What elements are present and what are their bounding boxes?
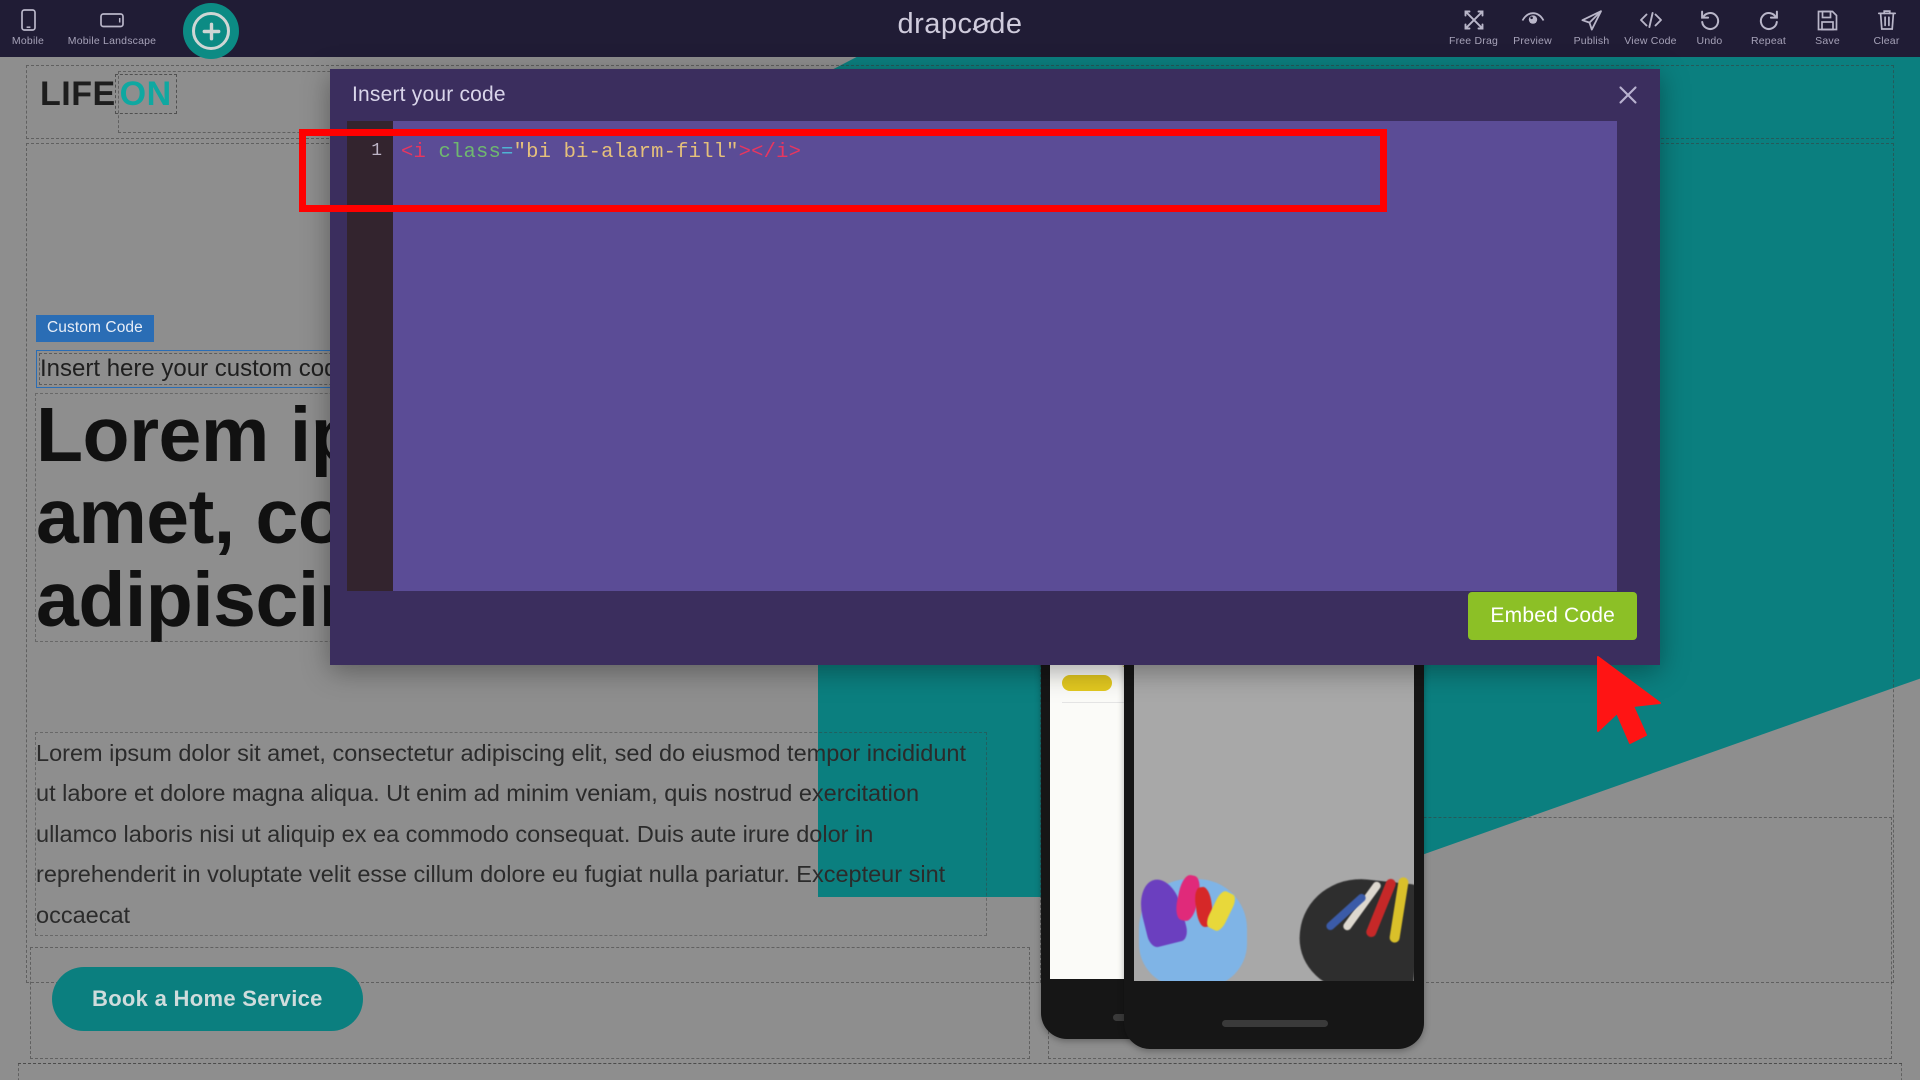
- phone-right-home-indicator: [1222, 1020, 1328, 1027]
- preview-label: Preview: [1513, 35, 1552, 47]
- app-toolbar: Mobile Mobile Landscape drapcode Free Dr…: [0, 0, 1920, 59]
- site-logo[interactable]: LIFE ON: [38, 73, 178, 116]
- view-code-button[interactable]: View Code: [1621, 0, 1680, 57]
- clear-button[interactable]: Clear: [1857, 0, 1916, 57]
- custom-code-badge: Custom Code: [36, 315, 154, 342]
- device-mobile-landscape-button[interactable]: Mobile Landscape: [56, 0, 168, 57]
- screen: Mobile Mobile Landscape drapcode Free Dr…: [0, 0, 1920, 1080]
- redo-arrow-icon: [1758, 7, 1780, 33]
- preview-button[interactable]: Preview: [1503, 0, 1562, 57]
- trash-icon: [1877, 7, 1897, 33]
- code-editor-container[interactable]: 1 <i class="bi bi-alarm-fill"></i>: [347, 121, 1617, 591]
- site-logo-text-primary: LIFE: [40, 75, 116, 113]
- insert-code-modal: Insert your code 1 <i class="bi bi-alarm…: [330, 69, 1660, 665]
- free-drag-label: Free Drag: [1448, 35, 1499, 47]
- free-drag-icon: [1463, 7, 1485, 33]
- guide-footer-row: [18, 1063, 1902, 1080]
- publish-button[interactable]: Publish: [1562, 0, 1621, 57]
- code-line-number: 1: [371, 141, 382, 161]
- code-token-tag-open: <i: [401, 141, 427, 164]
- book-home-service-button[interactable]: Book a Home Service: [52, 967, 363, 1031]
- device-mobile-landscape-label: Mobile Landscape: [67, 35, 157, 47]
- save-button[interactable]: Save: [1798, 0, 1857, 57]
- code-brackets-icon: [1639, 7, 1663, 33]
- repeat-label: Repeat: [1750, 35, 1787, 47]
- device-mobile-label: Mobile: [11, 35, 45, 47]
- app-logo-part2: de: [989, 8, 1023, 40]
- undo-button[interactable]: Undo: [1680, 0, 1739, 57]
- add-block-button[interactable]: [183, 3, 239, 59]
- code-token-tag-close: ></i>: [738, 141, 802, 164]
- close-icon[interactable]: [1613, 80, 1643, 110]
- cta-container: Book a Home Service: [30, 952, 1030, 1057]
- mobile-landscape-icon: [100, 7, 124, 33]
- action-toolbar-group: Free Drag Preview Publish View Code Undo…: [1444, 0, 1916, 57]
- code-editor[interactable]: 1 <i class="bi bi-alarm-fill"></i>: [347, 121, 1617, 591]
- code-editor-text[interactable]: <i class="bi bi-alarm-fill"></i>: [393, 121, 1617, 591]
- mobile-icon: [20, 7, 36, 33]
- device-mobile-button[interactable]: Mobile: [0, 0, 56, 57]
- clear-label: Clear: [1873, 35, 1900, 47]
- app-logo-slashed-o: o: [972, 8, 990, 40]
- device-selector-group: Mobile Mobile Landscape: [0, 0, 168, 57]
- code-token-equals: =: [501, 141, 514, 164]
- repeat-button[interactable]: Repeat: [1739, 0, 1798, 57]
- embed-code-button[interactable]: Embed Code: [1468, 592, 1637, 640]
- code-token-string: "bi bi-alarm-fill": [513, 141, 739, 164]
- floppy-disk-icon: [1817, 7, 1838, 33]
- plus-circle-icon: [192, 12, 230, 50]
- app-logo-part1: drapc: [897, 8, 973, 40]
- modal-header: Insert your code: [330, 69, 1660, 121]
- publish-label: Publish: [1573, 35, 1610, 47]
- free-drag-button[interactable]: Free Drag: [1444, 0, 1503, 57]
- save-label: Save: [1815, 35, 1840, 47]
- code-token-attribute: class: [438, 141, 502, 164]
- site-logo-text-accent[interactable]: ON: [114, 74, 177, 114]
- code-editor-gutter: 1: [347, 121, 393, 591]
- undo-label: Undo: [1696, 35, 1723, 47]
- undo-arrow-icon: [1699, 7, 1721, 33]
- view-code-label: View Code: [1624, 35, 1677, 47]
- modal-title: Insert your code: [352, 83, 506, 106]
- paper-plane-icon: [1580, 7, 1603, 33]
- hero-paragraph[interactable]: Lorem ipsum dolor sit amet, consectetur …: [35, 731, 987, 937]
- eye-icon: [1521, 7, 1545, 33]
- phone-card-button-2[interactable]: [1062, 675, 1112, 692]
